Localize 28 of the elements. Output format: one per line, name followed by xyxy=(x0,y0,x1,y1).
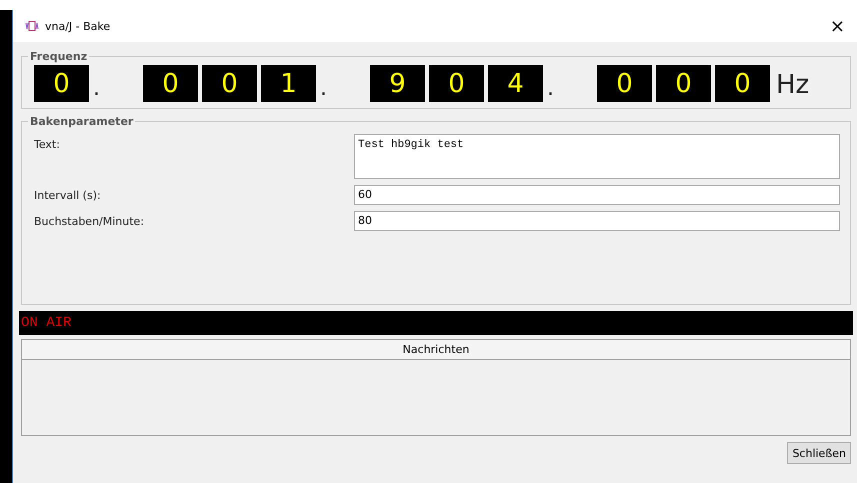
frequency-digit[interactable]: 9 xyxy=(370,65,425,102)
frequency-digit[interactable]: 0 xyxy=(202,65,257,102)
app-logo-icon xyxy=(25,21,39,31)
frequency-digit[interactable]: 0 xyxy=(715,65,770,102)
group-title: Bakenparameter xyxy=(29,115,134,128)
close-button[interactable]: × xyxy=(826,16,849,36)
field-label: Intervall (s): xyxy=(34,188,102,204)
field-label: Buchstaben/Minute: xyxy=(34,214,146,230)
column-header[interactable]: Nachrichten xyxy=(22,340,850,360)
frequency-digit[interactable]: 4 xyxy=(488,65,543,102)
digit-separator: . xyxy=(547,76,555,102)
unit-label: Hz xyxy=(776,69,810,102)
frequency-digit[interactable]: 1 xyxy=(261,65,316,102)
frequency-digit[interactable]: 0 xyxy=(656,65,711,102)
text-area[interactable]: Test hb9gik test xyxy=(354,134,840,179)
frequency-digit[interactable]: 0 xyxy=(34,65,89,102)
digit-separator: . xyxy=(93,76,101,102)
status-bar: ON AIR xyxy=(19,311,853,335)
input-field[interactable]: 80 xyxy=(354,211,840,231)
window-title: vna/J - Bake xyxy=(45,20,112,32)
input-field[interactable]: 60 xyxy=(354,185,840,205)
field-label: Text: xyxy=(34,137,61,153)
frequency-digit[interactable]: 0 xyxy=(597,65,652,102)
group-title: Frequenz xyxy=(29,50,88,63)
digit-separator: . xyxy=(320,76,328,102)
frequency-digit[interactable]: 0 xyxy=(429,65,484,102)
frequency-digit[interactable]: 0 xyxy=(143,65,198,102)
close-dialog-button[interactable]: Schließen xyxy=(787,442,851,464)
